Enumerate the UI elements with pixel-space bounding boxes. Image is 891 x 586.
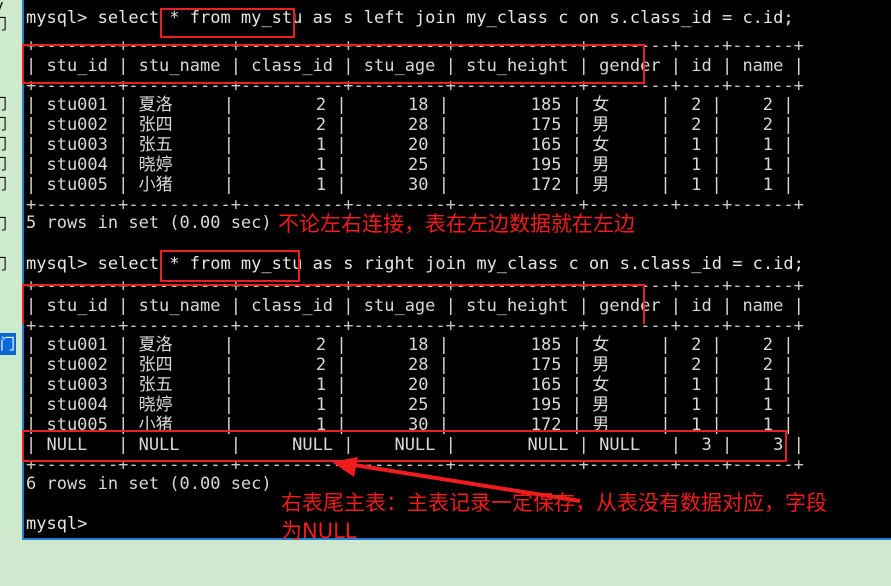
terminal-line-t1-r3: | stu003 | 张五 | 1 | 20 | 165 | 女 | 1 | 1… bbox=[26, 135, 794, 155]
editor-gutter-line: 门 bbox=[0, 93, 20, 114]
terminal-line-t1-r5: | stu005 | 小猪 | 1 | 30 | 172 | 男 | 1 | 1… bbox=[26, 175, 794, 195]
terminal-line-t1-r4: | stu004 | 晓婷 | 1 | 25 | 195 | 男 | 1 | 1… bbox=[26, 155, 794, 175]
annotation-note-bottom-line2: 为NULL bbox=[281, 519, 357, 543]
terminal-line-result1: 5 rows in set (0.00 sec) bbox=[26, 213, 272, 233]
terminal-line-t1-r2: | stu002 | 张四 | 2 | 28 | 175 | 男 | 2 | 2… bbox=[26, 115, 794, 135]
mysql-terminal-window[interactable]: mysql> select * from my_stu as s left jo… bbox=[22, 0, 891, 540]
terminal-line-t2-r5: | stu005 | 小猪 | 1 | 30 | 172 | 男 | 1 | 1… bbox=[26, 415, 794, 435]
terminal-line-cmd1: mysql> select * from my_stu as s left jo… bbox=[26, 8, 794, 28]
terminal-line-t2-head: | stu_id | stu_name | class_id | stu_age… bbox=[26, 296, 804, 316]
terminal-line-t2-r3: | stu003 | 张五 | 1 | 20 | 165 | 女 | 1 | 1… bbox=[26, 375, 794, 395]
terminal-line-t1-top: +--------+----------+----------+--------… bbox=[26, 36, 804, 56]
terminal-line-t2-r2: | stu002 | 张四 | 2 | 28 | 175 | 男 | 2 | 2… bbox=[26, 355, 794, 375]
terminal-line-t1-head-sep: +--------+----------+----------+--------… bbox=[26, 76, 804, 96]
editor-gutter-line: 门 bbox=[0, 213, 20, 234]
terminal-line-cmd2: mysql> select * from my_stu as s right j… bbox=[26, 254, 804, 274]
editor-gutter-line: 门 bbox=[0, 173, 20, 194]
screenshot-root: y 门 门 门 门 门 门 门 门 门 mysql> select * from… bbox=[0, 0, 891, 586]
terminal-line-result2: 6 rows in set (0.00 sec) bbox=[26, 474, 272, 494]
terminal-line-t1-r1: | stu001 | 夏洛 | 2 | 18 | 185 | 女 | 2 | 2… bbox=[26, 95, 794, 115]
terminal-line-t2-head-sep: +--------+----------+----------+--------… bbox=[26, 316, 804, 336]
terminal-line-t2-r4: | stu004 | 晓婷 | 1 | 25 | 195 | 男 | 1 | 1… bbox=[26, 395, 794, 415]
terminal-line-final-prompt: mysql> bbox=[26, 514, 88, 534]
terminal-line-t2-bot: +--------+----------+----------+--------… bbox=[26, 455, 804, 475]
terminal-line-t2-top: +--------+----------+----------+--------… bbox=[26, 276, 804, 296]
editor-gutter-line: 门 bbox=[0, 13, 20, 34]
terminal-line-t1-head: | stu_id | stu_name | class_id | stu_age… bbox=[26, 56, 804, 76]
editor-gutter-selected-line[interactable]: 门 bbox=[0, 333, 16, 355]
editor-gutter-line: 门 bbox=[0, 153, 20, 174]
editor-gutter-line: 门 bbox=[0, 133, 20, 154]
terminal-line-t2-r1: | stu001 | 夏洛 | 2 | 18 | 185 | 女 | 2 | 2… bbox=[26, 335, 794, 355]
annotation-note-middle: 不论左右连接，表在左边数据就在左边 bbox=[278, 212, 635, 236]
editor-gutter-line: 门 bbox=[0, 113, 20, 134]
terminal-text-area[interactable]: mysql> select * from my_stu as s left jo… bbox=[24, 0, 891, 538]
terminal-line-t2-r6-null: | NULL | NULL | NULL | NULL | NULL | NUL… bbox=[26, 435, 804, 455]
annotation-note-bottom-line1: 右表尾主表：主表记录一定保存，从表没有数据对应，字段 bbox=[281, 491, 827, 515]
editor-gutter-line: 门 bbox=[0, 253, 20, 274]
